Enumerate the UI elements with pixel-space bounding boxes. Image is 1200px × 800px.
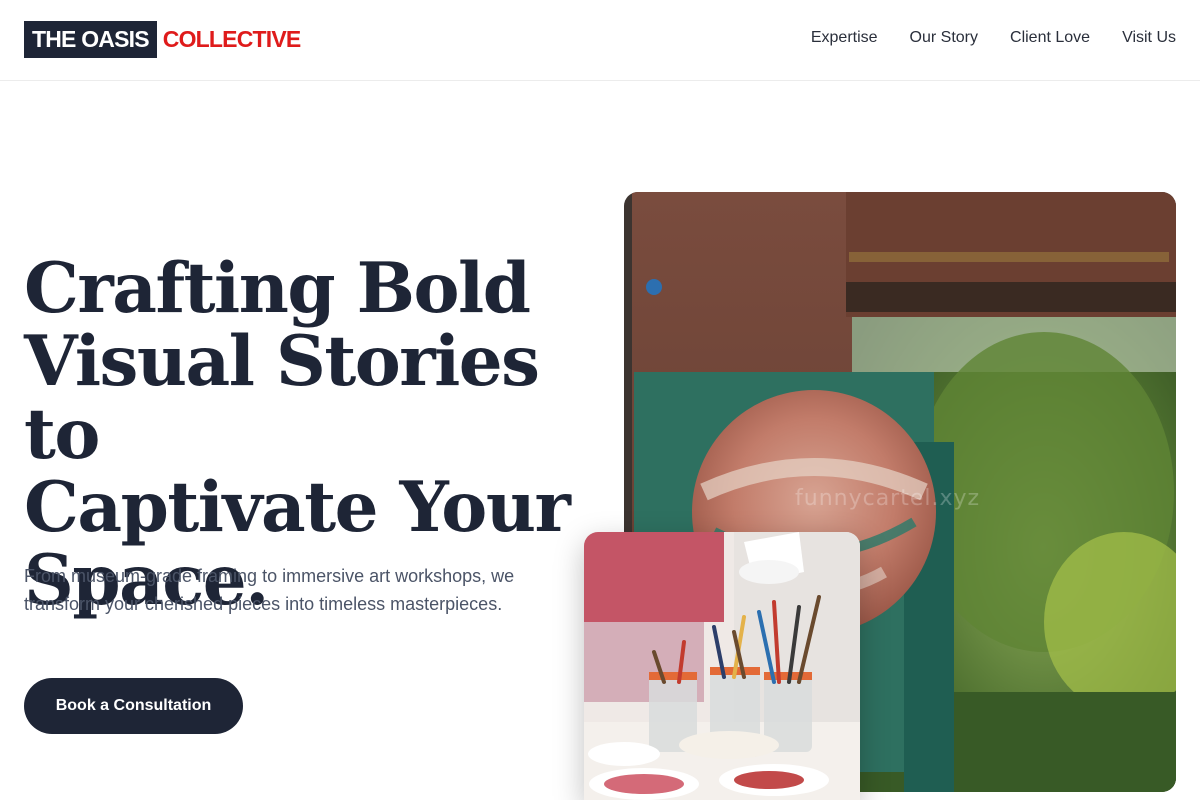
site-header: THE OASIS COLLECTIVE Expertise Our Story…: [0, 0, 1200, 81]
hero-inset-image: [584, 532, 860, 800]
logo-accent-text: COLLECTIVE: [162, 26, 301, 52]
nav-visit-us[interactable]: Visit Us: [1122, 29, 1176, 47]
main-nav: Expertise Our Story Client Love Visit Us: [811, 29, 1176, 47]
book-consultation-button[interactable]: Book a Consultation: [24, 678, 243, 734]
hero-subtitle: From museum-grade framing to immersive a…: [24, 566, 515, 614]
logo-box-text: THE OASIS: [24, 21, 157, 58]
headline-line: Crafting Bold: [24, 248, 531, 329]
paintbrush-jars-photo: [584, 532, 860, 800]
nav-client-love[interactable]: Client Love: [1010, 29, 1090, 47]
image-watermark: funnycartel.xyz: [795, 486, 981, 511]
headline-line: Visual Stories to: [24, 321, 540, 475]
nav-expertise[interactable]: Expertise: [811, 29, 878, 47]
headline-line: Captivate Your: [24, 467, 571, 548]
brand-logo[interactable]: THE OASIS COLLECTIVE: [24, 21, 301, 58]
nav-our-story[interactable]: Our Story: [910, 29, 978, 47]
